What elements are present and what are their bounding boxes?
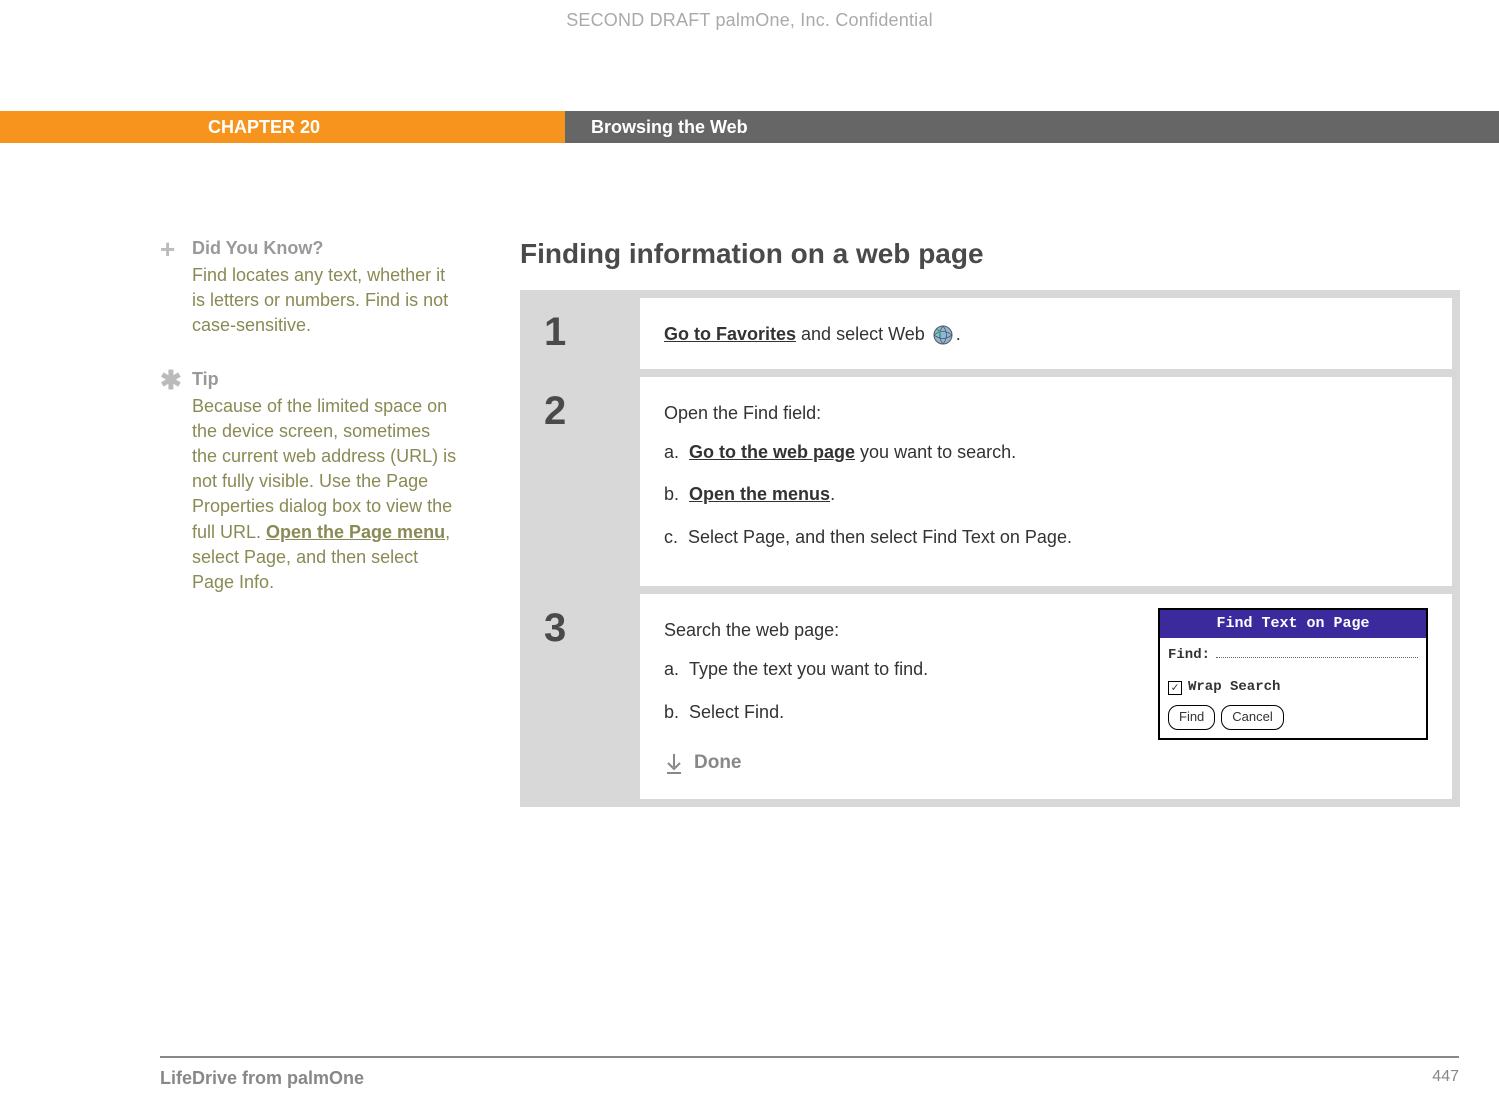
step-2-heading: Open the Find field: (664, 399, 1428, 428)
steps-container: 1 Go to Favorites and select Web . 2 (520, 290, 1460, 807)
chapter-banner: CHAPTER 20 Browsing the Web (0, 111, 1499, 143)
wrap-search-checkbox[interactable]: ✓ (1168, 681, 1182, 695)
did-you-know-text: Find locates any text, whether it is let… (192, 263, 460, 339)
page-footer: LifeDrive from palmOne 447 (160, 1056, 1459, 1089)
sidebar: + Did You Know? Find locates any text, w… (160, 238, 520, 807)
step-2-item-c: c. Select Page, and then select Find Tex… (664, 523, 1428, 552)
step-2c-text: Select Page, and then select Find Text o… (688, 527, 1072, 547)
wrap-search-label: Wrap Search (1188, 676, 1280, 698)
tip-text: Because of the limited space on the devi… (192, 394, 460, 596)
go-to-web-page-link[interactable]: Go to the web page (689, 442, 855, 462)
step-2a-rest: you want to search. (855, 442, 1016, 462)
plus-icon: + (160, 238, 192, 339)
chapter-title: Browsing the Web (565, 111, 1499, 143)
find-text-dialog: Find Text on Page Find: ✓ Wrap Search (1158, 608, 1428, 740)
open-the-menus-link[interactable]: Open the menus (689, 484, 830, 504)
tip-text-before: Because of the limited space on the devi… (192, 396, 456, 542)
step-number: 3 (528, 594, 640, 799)
done-arrow-icon (664, 753, 684, 775)
list-marker: a. (664, 659, 679, 679)
step-2-body: Open the Find field: a. Go to the web pa… (640, 377, 1452, 586)
chapter-label: CHAPTER 20 (0, 111, 565, 143)
main-content: Finding information on a web page 1 Go t… (520, 238, 1460, 807)
find-input[interactable] (1216, 646, 1418, 658)
go-to-favorites-link[interactable]: Go to Favorites (664, 324, 796, 344)
step-3b-text: Select Find. (689, 702, 784, 722)
step-3-item-a: a. Type the text you want to find. (664, 655, 1044, 684)
step-2-item-a: a. Go to the web page you want to search… (664, 438, 1428, 467)
step-2: 2 Open the Find field: a. Go to the web … (528, 377, 1452, 586)
list-marker: a. (664, 442, 679, 462)
classification-header: SECOND DRAFT palmOne, Inc. Confidential (0, 0, 1499, 31)
step-1-period: . (956, 324, 961, 344)
list-marker: b. (664, 702, 679, 722)
page-number: 447 (1432, 1068, 1459, 1089)
tip-link-open-page-menu[interactable]: Open the Page menu (266, 522, 445, 542)
tip-title: Tip (192, 369, 460, 390)
section-title: Finding information on a web page (520, 238, 1460, 270)
step-2b-rest: . (830, 484, 835, 504)
step-1-text: and select Web (796, 324, 930, 344)
step-3-item-b: b. Select Find. (664, 698, 1044, 727)
step-number: 1 (528, 298, 640, 369)
web-globe-icon (932, 324, 954, 346)
find-button[interactable]: Find (1168, 705, 1215, 730)
step-2-item-b: b. Open the menus. (664, 480, 1428, 509)
step-1-body: Go to Favorites and select Web . (640, 298, 1452, 369)
did-you-know-block: + Did You Know? Find locates any text, w… (160, 238, 460, 339)
did-you-know-title: Did You Know? (192, 238, 460, 259)
tip-block: ✱ Tip Because of the limited space on th… (160, 369, 460, 596)
list-marker: b. (664, 484, 679, 504)
step-3a-text: Type the text you want to find. (689, 659, 928, 679)
asterisk-icon: ✱ (160, 369, 192, 596)
step-3-body: Search the web page: a. Type the text yo… (640, 594, 1452, 799)
dialog-title: Find Text on Page (1160, 610, 1426, 638)
done-label: Done (694, 748, 742, 778)
step-1: 1 Go to Favorites and select Web . (528, 298, 1452, 369)
find-label: Find: (1168, 644, 1210, 666)
step-number: 2 (528, 377, 640, 586)
done-indicator: Done (664, 748, 1428, 778)
step-3: 3 Search the web page: a. Type the text … (528, 594, 1452, 799)
list-marker: c. (664, 527, 678, 547)
cancel-button[interactable]: Cancel (1221, 705, 1283, 730)
footer-product: LifeDrive from palmOne (160, 1068, 364, 1089)
